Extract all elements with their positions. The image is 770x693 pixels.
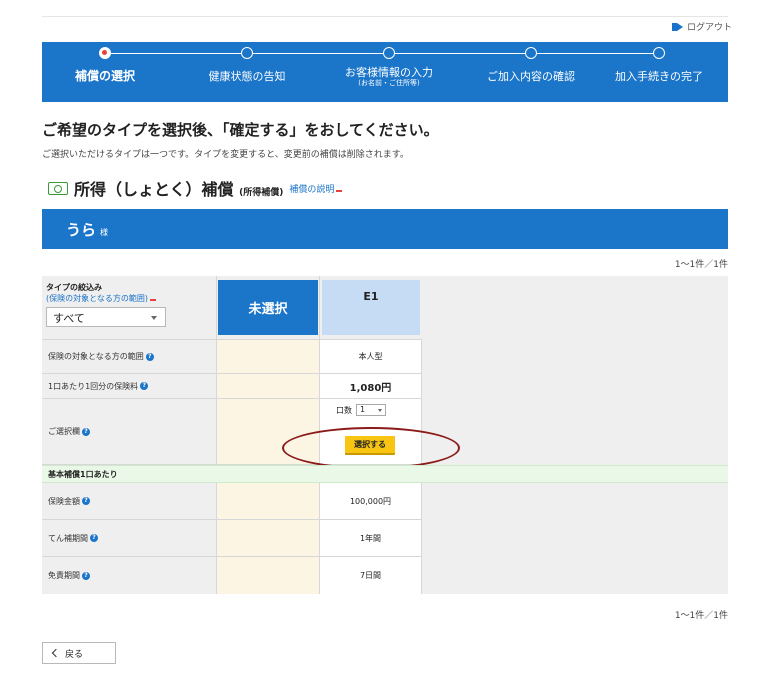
amount-label: 保険金額 (48, 496, 80, 506)
filter-title: タイプの絞込み (46, 283, 102, 292)
unselected-cell (216, 557, 320, 594)
unselected-column-header[interactable]: 未選択 (218, 280, 318, 335)
amount-value: 100,000円 (320, 483, 422, 520)
step-dot-5 (653, 47, 665, 59)
premium-label: 1口あたり1回分の保険料 (48, 381, 139, 391)
coverage-explanation-link[interactable]: 補償の説明 (289, 182, 343, 195)
back-button-label: 戻る (65, 649, 84, 660)
section-title-small: (所得補償) (239, 188, 284, 198)
page-headline: ご希望のタイプを選択後、「確定する」をおしてください。 (42, 121, 439, 139)
step-label-3: お客様情報の入力 (お名前・ご住所等) (319, 66, 459, 88)
unselected-cell (216, 340, 320, 374)
row-label-coverage-scope: 保険の対象となる方の範囲? (42, 340, 216, 374)
quantity-label: 口数 (336, 405, 352, 415)
external-link-icon (150, 296, 157, 301)
coverage-scope-value: 本人型 (320, 340, 422, 374)
insured-name: うら (66, 221, 97, 239)
coverage-explanation-label: 補償の説明 (289, 184, 335, 195)
plan-e1-column-header[interactable]: E1 (322, 280, 420, 335)
row-label-period: てん補期間? (42, 520, 216, 557)
step-connector (111, 53, 241, 54)
basic-coverage-header: 基本補償1口あたり (42, 465, 728, 483)
filter-scope-label: (保険の対象となる方の範囲) (46, 294, 149, 303)
step-label-1: 補償の選択 (74, 69, 135, 83)
unselected-cell (216, 520, 320, 557)
unselected-cell (216, 374, 320, 399)
step-label-2: 健康状態の告知 (208, 70, 286, 83)
step-label-3-main: お客様情報の入力 (345, 66, 433, 79)
logout-icon (671, 22, 684, 32)
row-label-selection: ご選択欄? (42, 399, 216, 465)
step-connector (537, 53, 653, 54)
quantity-select[interactable]: 1 (356, 404, 386, 416)
chevron-left-icon (51, 648, 61, 658)
help-icon[interactable]: ? (82, 571, 90, 580)
step-connector (395, 53, 525, 54)
row-label-amount: 保険金額? (42, 483, 216, 520)
insured-name-suffix: 様 (100, 228, 109, 237)
progress-stepper: 補償の選択 健康状態の告知 お客様情報の入力 (お名前・ご住所等) ご加入内容の… (42, 42, 728, 102)
premium-value: 1,080円 (320, 374, 422, 399)
external-link-icon (336, 187, 343, 192)
result-count-bottom: 1〜1件／1件 (674, 611, 728, 621)
logout-link[interactable]: ログアウト (671, 20, 732, 33)
filter-scope-link[interactable]: (保険の対象となる方の範囲) (46, 293, 157, 304)
select-plan-button[interactable]: 選択する (345, 436, 395, 455)
section-title-main: 所得（しょとく）補償 (74, 180, 234, 199)
chevron-down-icon (378, 409, 382, 412)
period-label: てん補期間 (48, 533, 88, 543)
plan-table: タイプの絞込み (保険の対象となる方の範囲) すべて 未選択 E1 保険の対象と… (42, 276, 728, 594)
page-subtext: ご選択いただけるタイプは一つです。タイプを変更すると、変更前の補償は削除されます… (42, 150, 409, 160)
step-dot-2 (241, 47, 253, 59)
step-connector (253, 53, 383, 54)
step-label-5: 加入手続きの完了 (615, 70, 703, 83)
unselected-cell (216, 483, 320, 520)
selection-label: ご選択欄 (48, 427, 80, 436)
row-label-premium: 1口あたり1回分の保険料? (42, 374, 216, 399)
logout-label: ログアウト (686, 23, 732, 33)
row-label-exempt: 免責期間? (42, 557, 216, 594)
type-filter-value: すべて (53, 312, 85, 325)
filter-cell: タイプの絞込み (保険の対象となる方の範囲) すべて (42, 276, 216, 340)
coverage-scope-label: 保険の対象となる方の範囲 (48, 352, 144, 361)
section-title-text: 所得（しょとく）補償 (所得補償) (74, 176, 283, 200)
type-filter-select[interactable]: すべて (46, 307, 166, 327)
step-label-4: ご加入内容の確認 (487, 70, 575, 83)
step-label-3-sub: (お名前・ご住所等) (358, 79, 420, 87)
period-value: 1年間 (320, 520, 422, 557)
exempt-label: 免責期間 (48, 571, 80, 580)
result-count-top: 1〜1件／1件 (674, 260, 728, 270)
help-icon[interactable]: ? (82, 427, 90, 436)
help-icon[interactable]: ? (140, 382, 149, 390)
top-divider (42, 16, 728, 17)
back-button[interactable]: 戻る (42, 642, 116, 664)
step-dot-4 (525, 47, 537, 59)
insured-name-bar: うら様 (42, 209, 728, 249)
money-icon (48, 181, 68, 195)
exempt-value: 7日間 (320, 557, 422, 594)
quantity-value: 1 (360, 405, 366, 414)
help-icon[interactable]: ? (90, 534, 98, 542)
step-dot-1 (99, 47, 111, 59)
step-dot-3 (383, 47, 395, 59)
chevron-down-icon (151, 316, 157, 320)
quantity-control: 口数 1 (336, 404, 386, 416)
help-icon[interactable]: ? (82, 497, 90, 505)
help-icon[interactable]: ? (145, 352, 154, 361)
unselected-cell (216, 399, 320, 465)
section-title: 所得（しょとく）補償 (所得補償) 補償の説明 (48, 176, 343, 200)
